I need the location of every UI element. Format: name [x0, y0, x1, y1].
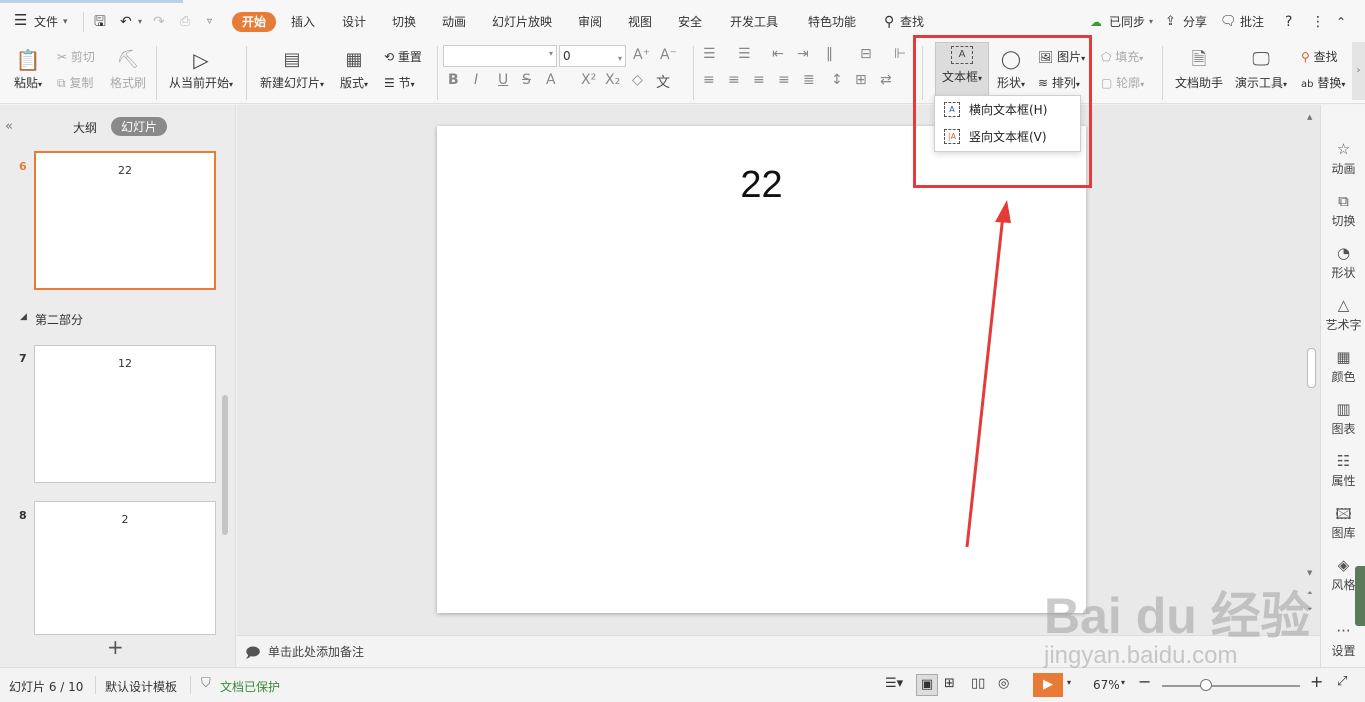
watermark-url: jingyan.baidu.com: [1044, 642, 1238, 669]
watermark-brand: Bai du 经验: [1044, 588, 1311, 644]
watermark: Bai du 经验 jingyan.baidu.com: [1040, 550, 1311, 670]
